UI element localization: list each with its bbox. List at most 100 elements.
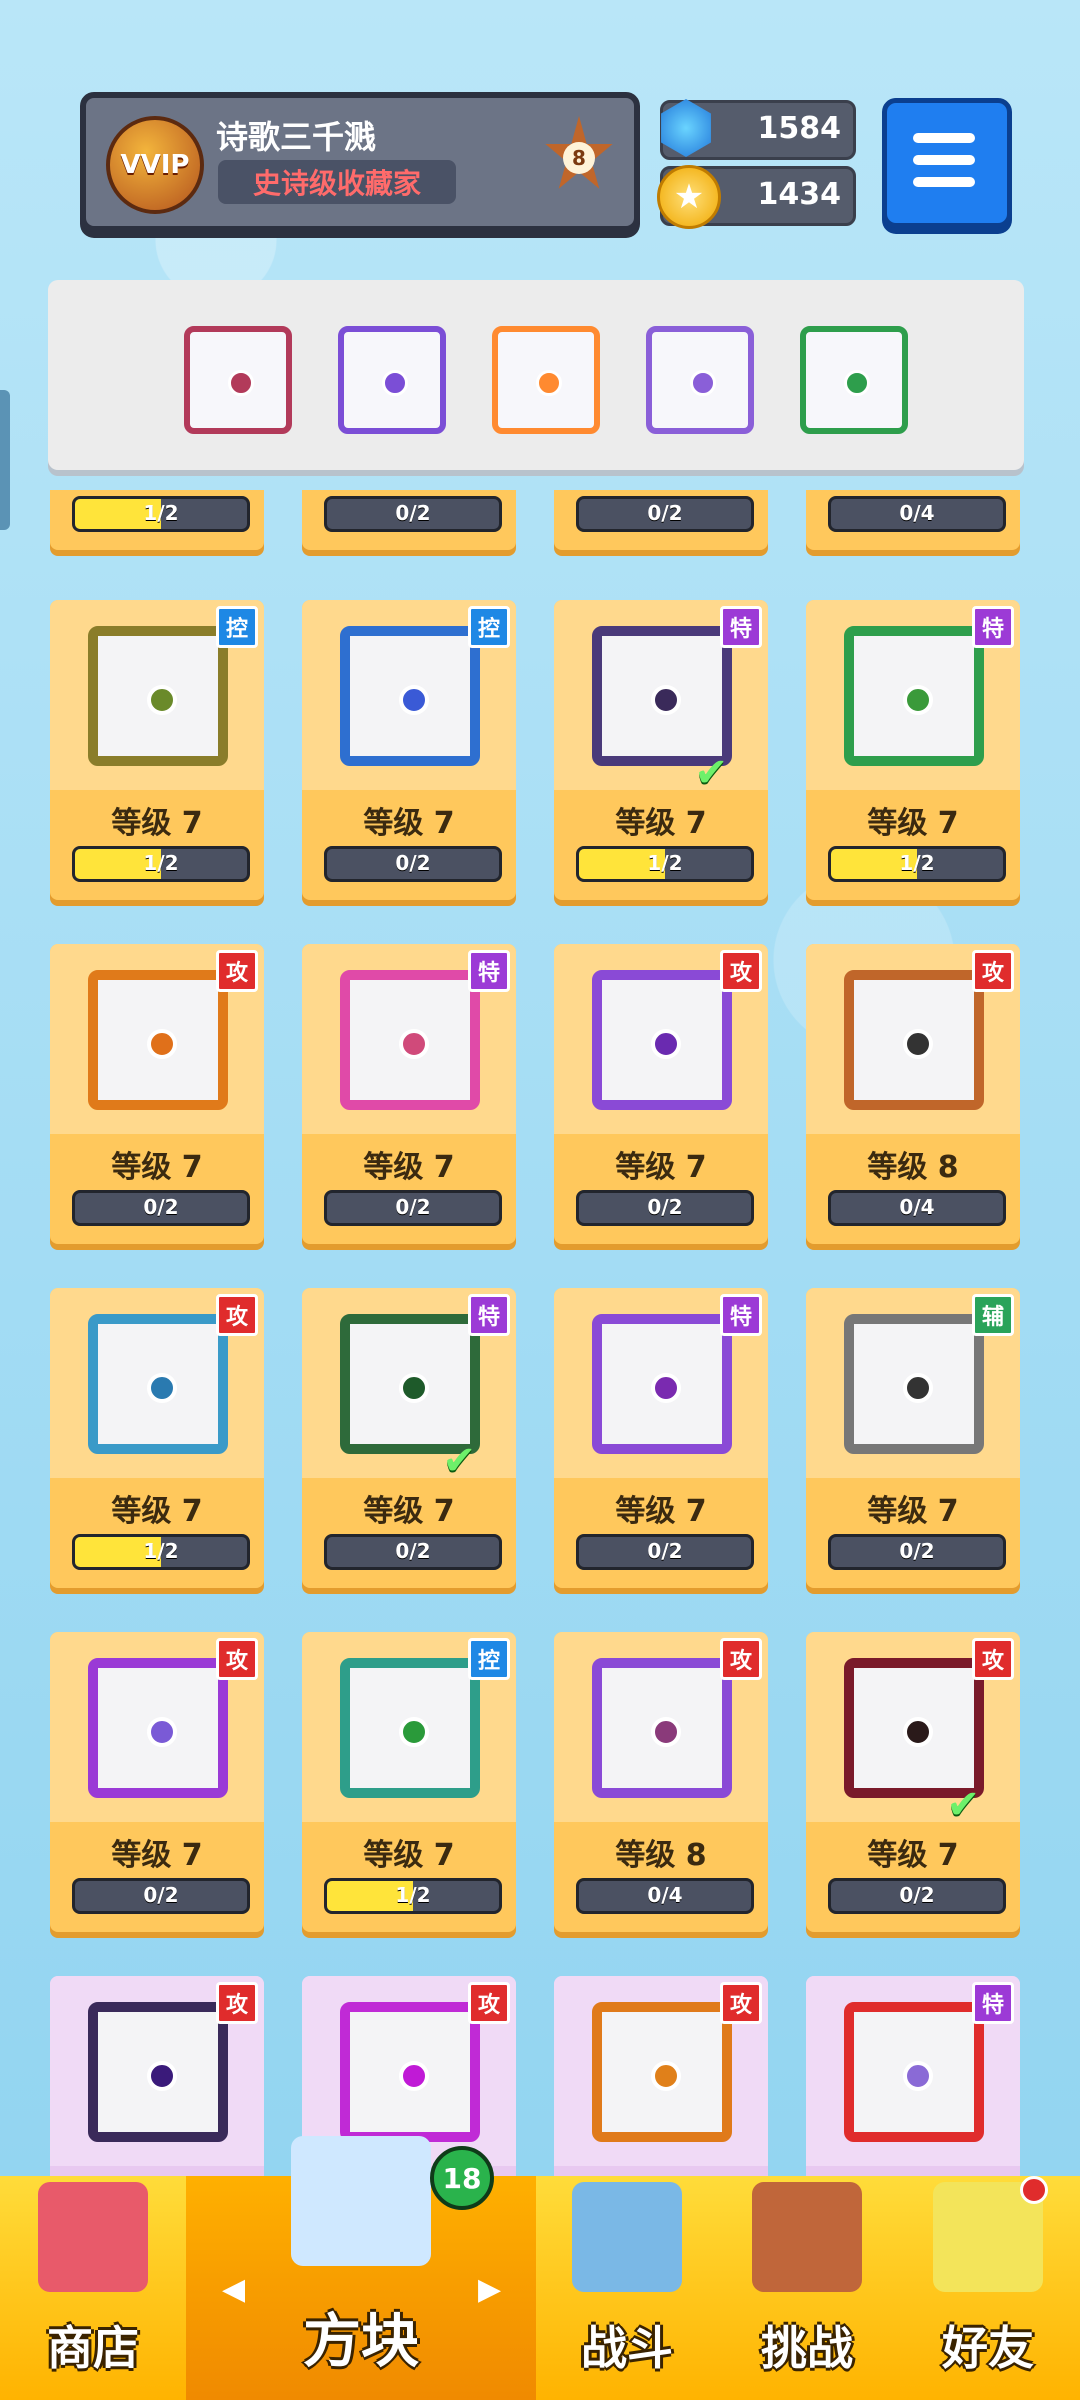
block-card[interactable]: 辅等级 7 0/2 (806, 1288, 1020, 1588)
block-card[interactable]: 1/2 (50, 490, 264, 550)
equipped-slot[interactable] (492, 326, 600, 434)
player-profile-panel[interactable]: VVIP 诗歌三千溅 史诗级收藏家 8 (80, 92, 640, 232)
progress-text: 1/2 (143, 851, 179, 875)
block-card[interactable]: 0/4 (806, 490, 1020, 550)
block-frame-icon (592, 1658, 732, 1798)
block-type-tag: 特 (468, 1294, 510, 1336)
block-type-tag: 控 (216, 606, 258, 648)
block-card[interactable]: 攻等级 7 0/2 (554, 944, 768, 1244)
progress-bar: 0/2 (828, 1534, 1006, 1570)
progress-text: 0/4 (647, 1883, 683, 1907)
block-collection-grid[interactable]: 1/2 0/2 0/2 0/4 控等级 7 1/2 控等级 7 0/2 特等级 7 1/2 ✔ 特等… (0, 490, 1080, 2180)
equipped-slot[interactable] (646, 326, 754, 434)
block-core-icon (536, 370, 562, 396)
progress-bar: 0/2 (72, 1190, 250, 1226)
equipped-check-icon: ✔ (442, 1438, 476, 1484)
block-card[interactable]: 特等级 7 0/2 (554, 1288, 768, 1588)
block-core-icon (147, 1373, 177, 1403)
block-card[interactable]: 攻等级 8 0/4 (806, 944, 1020, 1244)
block-core-icon (651, 1029, 681, 1059)
progress-text: 0/4 (899, 1195, 935, 1219)
block-core-icon (690, 370, 716, 396)
locked-block-card[interactable]: 攻 (554, 1976, 768, 2180)
block-level: 等级 7 (867, 1838, 959, 1873)
block-level: 等级 7 (867, 806, 959, 841)
progress-bar: 0/2 (324, 496, 502, 532)
progress-bar: 0/2 (324, 1534, 502, 1570)
locked-block-card[interactable]: 特 (806, 1976, 1020, 2180)
block-type-tag: 攻 (216, 1638, 258, 1680)
nav-shop[interactable]: 商店 (0, 2176, 186, 2400)
block-card[interactable]: 攻等级 7 0/2 (50, 1632, 264, 1932)
block-type-tag: 特 (972, 1982, 1014, 2024)
block-card[interactable]: 特等级 7 0/2 ✔ (302, 1288, 516, 1588)
progress-text: 0/2 (395, 501, 431, 525)
progress-text: 0/2 (143, 1195, 179, 1219)
block-frame-icon (844, 626, 984, 766)
coin-counter[interactable]: ★ 1434 (657, 165, 856, 229)
block-card[interactable]: 攻等级 7 0/2 ✔ (806, 1632, 1020, 1932)
progress-text: 0/2 (395, 1539, 431, 1563)
block-level: 等级 7 (111, 1494, 203, 1529)
block-card[interactable]: 特等级 7 1/2 ✔ (554, 600, 768, 900)
block-card[interactable]: 攻等级 8 0/4 (554, 1632, 768, 1932)
block-type-tag: 特 (720, 1294, 762, 1336)
block-type-tag: 辅 (972, 1294, 1014, 1336)
progress-text: 1/2 (143, 501, 179, 525)
block-card[interactable]: 控等级 7 1/2 (50, 600, 264, 900)
block-frame-icon (88, 2002, 228, 2142)
block-card[interactable]: 特等级 7 0/2 (302, 944, 516, 1244)
equipped-slot[interactable] (338, 326, 446, 434)
coin-icon: ★ (657, 165, 721, 229)
nav-friends-label: 好友 (942, 2321, 1034, 2375)
block-card[interactable]: 特等级 7 1/2 (806, 600, 1020, 900)
block-level: 等级 7 (111, 806, 203, 841)
block-card[interactable]: 攻等级 7 1/2 (50, 1288, 264, 1588)
equipped-check-icon: ✔ (694, 750, 728, 796)
progress-text: 0/2 (899, 1883, 935, 1907)
nav-challenge[interactable]: 挑战 (718, 2176, 896, 2400)
block-core-icon (228, 370, 254, 396)
block-card[interactable]: 控等级 7 0/2 (302, 600, 516, 900)
block-frame-icon (340, 970, 480, 1110)
block-card[interactable]: 0/2 (554, 490, 768, 550)
block-card[interactable]: 攻等级 7 0/2 (50, 944, 264, 1244)
progress-bar: 0/4 (576, 1878, 754, 1914)
nav-blocks[interactable]: 18 ◀ ▶ 方块 (186, 2136, 536, 2400)
gem-icon (661, 99, 711, 157)
block-card[interactable]: 控等级 7 1/2 (302, 1632, 516, 1932)
equipped-slot[interactable] (184, 326, 292, 434)
signboard-icon (752, 2182, 862, 2292)
block-core-icon (903, 1717, 933, 1747)
nav-friends[interactable]: 好友 (896, 2176, 1080, 2400)
block-card[interactable]: 0/2 (302, 490, 516, 550)
block-core-icon (399, 685, 429, 715)
block-frame-icon (592, 1314, 732, 1454)
block-type-tag: 特 (720, 606, 762, 648)
block-type-tag: 攻 (720, 950, 762, 992)
menu-button[interactable] (882, 98, 1012, 228)
coin-count: 1434 (757, 177, 842, 212)
block-core-icon (147, 1717, 177, 1747)
progress-bar: 1/2 (576, 846, 754, 882)
progress-bar: 0/2 (324, 1190, 502, 1226)
equipped-slot[interactable] (800, 326, 908, 434)
block-type-tag: 攻 (216, 1982, 258, 2024)
rank-level: 8 (563, 142, 595, 174)
block-frame-icon (844, 1314, 984, 1454)
block-core-icon (399, 1029, 429, 1059)
block-level: 等级 7 (363, 1150, 455, 1185)
block-core-icon (382, 370, 408, 396)
progress-text: 1/2 (395, 1883, 431, 1907)
locked-block-card[interactable]: 攻 (50, 1976, 264, 2180)
nav-battle[interactable]: 战斗 (536, 2176, 718, 2400)
progress-bar: 1/2 (72, 1534, 250, 1570)
gem-counter[interactable]: 1584 (660, 99, 856, 160)
progress-bar: 0/2 (72, 1878, 250, 1914)
block-level: 等级 7 (363, 1494, 455, 1529)
progress-text: 1/2 (647, 851, 683, 875)
gem-count: 1584 (757, 111, 842, 146)
block-core-icon (399, 1373, 429, 1403)
notification-dot (1020, 2176, 1048, 2204)
shield-sword-icon (572, 2182, 682, 2292)
